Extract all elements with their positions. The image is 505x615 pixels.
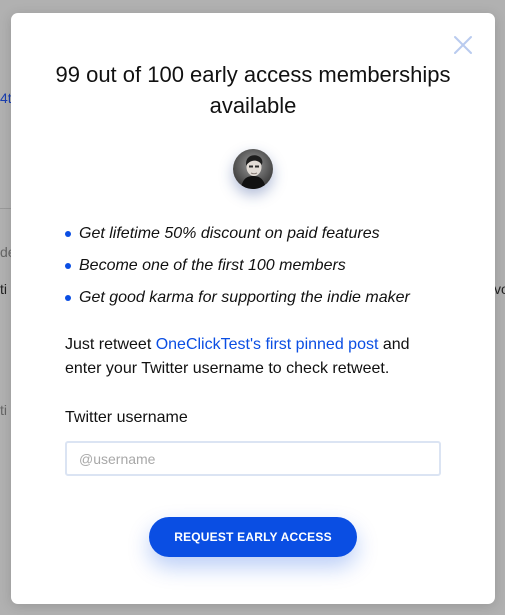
benefit-text: Become one of the first 100 members — [79, 257, 346, 274]
background-text-fragment: ti — [0, 402, 7, 418]
early-access-modal: 99 out of 100 early access memberships a… — [11, 13, 495, 604]
maker-avatar — [233, 149, 273, 189]
close-icon — [454, 36, 472, 54]
background-text-fragment: ti — [0, 281, 7, 297]
twitter-username-input[interactable] — [65, 441, 441, 476]
background-text-fragment: vo — [494, 281, 505, 297]
benefits-list: Get lifetime 50% discount on paid featur… — [65, 223, 410, 319]
avatar-image — [233, 149, 273, 189]
benefit-text: Get lifetime 50% discount on paid featur… — [79, 225, 380, 242]
bullet-dot-icon — [65, 295, 71, 301]
request-early-access-button[interactable]: REQUEST EARLY ACCESS — [149, 517, 357, 557]
instruction-text: Just retweet OneClickTest's first pinned… — [65, 333, 445, 381]
pinned-post-link[interactable]: OneClickTest's first pinned post — [156, 336, 379, 353]
benefit-item: Get lifetime 50% discount on paid featur… — [65, 223, 410, 255]
modal-title: 99 out of 100 early access memberships a… — [55, 62, 451, 118]
benefit-text: Get good karma for supporting the indie … — [79, 289, 410, 306]
background-text-fragment: 4t — [0, 90, 12, 106]
username-label: Twitter username — [65, 409, 188, 426]
bullet-dot-icon — [65, 263, 71, 269]
benefit-item: Become one of the first 100 members — [65, 255, 410, 287]
close-button[interactable] — [452, 34, 474, 56]
instruction-prefix: Just retweet — [65, 336, 156, 353]
benefit-item: Get good karma for supporting the indie … — [65, 287, 410, 319]
bullet-dot-icon — [65, 231, 71, 237]
